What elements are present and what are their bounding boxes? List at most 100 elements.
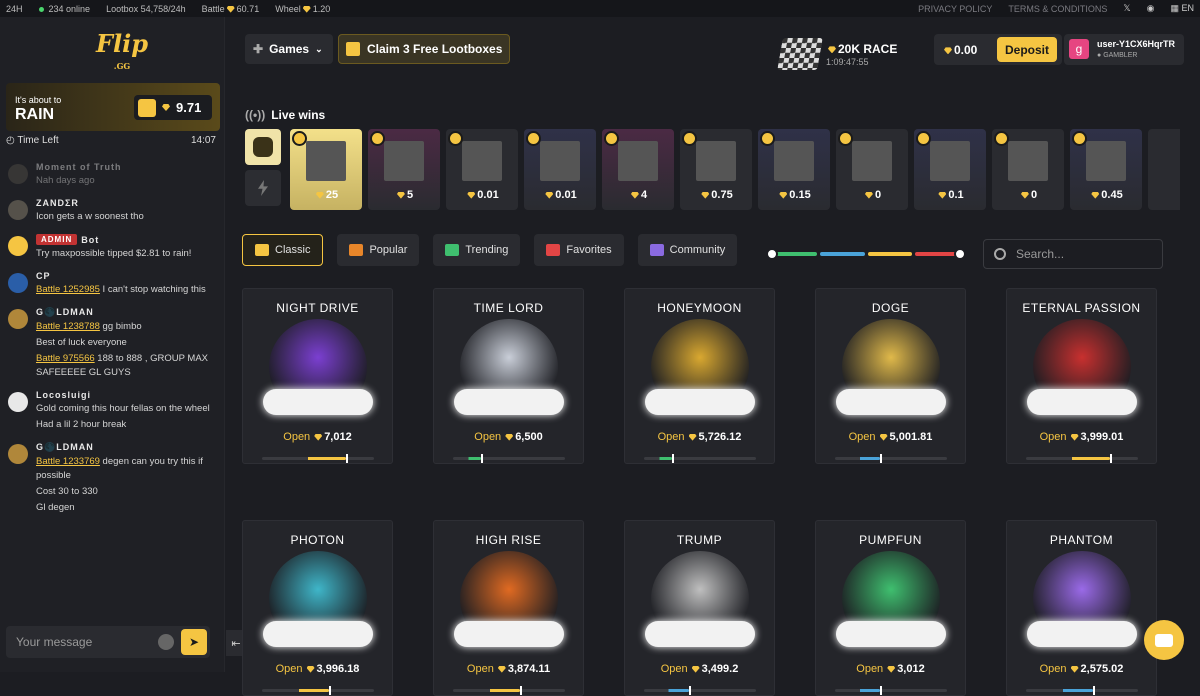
- all-wins-toggle[interactable]: [245, 129, 281, 165]
- balance-value: 0.00: [954, 43, 978, 57]
- live-win-item[interactable]: 0.75: [680, 129, 752, 210]
- deposit-button[interactable]: Deposit: [997, 37, 1057, 62]
- lootbox-card[interactable]: NIGHT DRIVE Open 7,012: [242, 288, 393, 464]
- lootbox-card[interactable]: HIGH RISE Open 3,874.11: [433, 520, 584, 696]
- live-win-item[interactable]: 4: [602, 129, 674, 210]
- rain-amount[interactable]: 9.71: [134, 95, 212, 120]
- gem-icon: [396, 191, 405, 199]
- rain-amount-value: 9.71: [176, 100, 202, 115]
- live-win-item[interactable]: [1148, 129, 1180, 210]
- stat-label: Lootbox: [106, 3, 139, 14]
- battle-link[interactable]: Battle 975566: [36, 353, 95, 364]
- stat-label: Wheel: [275, 3, 301, 14]
- avatar[interactable]: [8, 236, 28, 256]
- tab-trending[interactable]: Trending: [433, 234, 521, 266]
- live-win-item[interactable]: 0.01: [524, 129, 596, 210]
- price-value: 3,874.11: [507, 663, 551, 675]
- balance: 0.00: [942, 43, 977, 57]
- lootbox-card[interactable]: TIME LORD Open 6,500: [433, 288, 584, 464]
- discord-icon[interactable]: ◉: [1147, 3, 1155, 14]
- risk-marker: [1093, 686, 1096, 695]
- search-input[interactable]: Search...: [983, 239, 1163, 269]
- trending-icon: [445, 244, 460, 256]
- online-dot-icon: [38, 6, 44, 12]
- battle-link[interactable]: Battle 1252985: [36, 284, 100, 295]
- avatar[interactable]: [8, 309, 28, 329]
- tab-popular[interactable]: Popular: [337, 234, 420, 266]
- chat-username[interactable]: G🌑LDMAN: [36, 442, 213, 453]
- risk-bar: [835, 686, 947, 695]
- live-win-item[interactable]: 0.15: [758, 129, 830, 210]
- risk-marker: [688, 686, 691, 695]
- cloud-decoration: [836, 389, 946, 415]
- support-chat-button[interactable]: [1144, 620, 1184, 660]
- live-win-item[interactable]: 0.01: [446, 129, 518, 210]
- chat-text: Had a lil 2 hour break: [36, 419, 127, 430]
- gem-icon: [688, 433, 697, 441]
- slider-max-handle[interactable]: [954, 248, 966, 260]
- winner-avatar: [994, 131, 1009, 146]
- live-win-item[interactable]: 0: [836, 129, 908, 210]
- avatar[interactable]: [8, 444, 28, 464]
- avatar[interactable]: [8, 164, 28, 184]
- chat-username[interactable]: Moment of Truth: [36, 162, 122, 172]
- category-tabs: Classic Popular Trending Favorites Community: [242, 234, 738, 266]
- chat-messages[interactable]: Moment of Truth Nah days ago ZANDΣR Icon g…: [8, 162, 213, 525]
- price-range-slider[interactable]: [772, 252, 960, 256]
- chat-text: Icon gets a w soonest tho: [36, 211, 144, 222]
- username-text: Bot: [81, 234, 100, 245]
- battle-link[interactable]: Battle 1238788: [36, 321, 100, 332]
- wallet: 0.00 Deposit: [934, 34, 1062, 65]
- gem-icon: [779, 191, 788, 199]
- chat-username[interactable]: G🌑LDMAN: [36, 307, 213, 318]
- lootbox-card[interactable]: PUMPFUN Open 3,012: [815, 520, 966, 696]
- race-widget[interactable]: 20K RACE 1:09:47:55: [777, 38, 920, 72]
- chat-input[interactable]: Your message ➤: [6, 626, 210, 658]
- open-label: Open: [856, 663, 884, 675]
- terms-link[interactable]: TERMS & CONDITIONS: [1008, 4, 1107, 14]
- open-price: Open 3,999.01: [1007, 431, 1156, 443]
- chat-bubble-icon: [1155, 633, 1173, 647]
- lootbox-card[interactable]: PHOTON Open 3,996.18: [242, 520, 393, 696]
- open-label: Open: [466, 663, 494, 675]
- privacy-policy-link[interactable]: PRIVACY POLICY: [918, 4, 992, 14]
- live-win-item[interactable]: 0.45: [1070, 129, 1142, 210]
- live-win-item[interactable]: 5: [368, 129, 440, 210]
- site-logo[interactable]: Flip .GG: [96, 32, 148, 77]
- avatar[interactable]: [8, 273, 28, 293]
- user-menu[interactable]: g user-Y1CX6HqrTR ● GAMBLER: [1064, 34, 1184, 65]
- avatar[interactable]: [8, 392, 28, 412]
- chat-username[interactable]: ADMIN Bot: [36, 234, 191, 245]
- slider-min-handle[interactable]: [766, 248, 778, 260]
- lootbox-card[interactable]: HONEYMOON Open 5,726.12: [624, 288, 775, 464]
- risk-bar: [644, 454, 756, 463]
- claim-lootboxes-button[interactable]: Claim 3 Free Lootboxes: [338, 34, 510, 64]
- battle-link[interactable]: Battle 1233769: [36, 456, 100, 467]
- lootbox-card[interactable]: TRUMP Open 3,499.2: [624, 520, 775, 696]
- send-button[interactable]: ➤: [181, 629, 207, 655]
- lootbox-card[interactable]: ETERNAL PASSION Open 3,999.01: [1006, 288, 1157, 464]
- lootbox-icon: [346, 42, 360, 56]
- avatar[interactable]: [8, 200, 28, 220]
- tab-classic[interactable]: Classic: [242, 234, 324, 266]
- x-social-icon[interactable]: 𝕏: [1123, 3, 1130, 14]
- big-wins-toggle[interactable]: [245, 170, 281, 206]
- tab-community[interactable]: Community: [637, 234, 738, 266]
- games-dropdown[interactable]: ✚ Games ⌄: [245, 34, 333, 64]
- emoji-icon[interactable]: [158, 634, 174, 650]
- open-price: Open 3,012: [816, 663, 965, 675]
- chat-username[interactable]: Locosluigi: [36, 390, 210, 400]
- live-win-item[interactable]: 25: [290, 129, 362, 210]
- chat-text: Battle 975566 188 to 888 , GROUP MAX SAF…: [36, 352, 213, 380]
- lootbox-card[interactable]: PHANTOM Open 2,575.02: [1006, 520, 1157, 696]
- language-selector[interactable]: ▦ EN: [1170, 3, 1194, 14]
- lootbox-card[interactable]: DOGE Open 5,001.81: [815, 288, 966, 464]
- chat-username[interactable]: ZANDΣR: [36, 198, 144, 208]
- chat-message: ADMIN Bot Try maxpossible tipped $2.81 to …: [8, 234, 213, 261]
- online-count: 234 online: [38, 4, 90, 14]
- live-win-item[interactable]: 0.1: [914, 129, 986, 210]
- win-value: 25: [290, 189, 362, 201]
- live-win-item[interactable]: 0: [992, 129, 1064, 210]
- tab-favorites[interactable]: Favorites: [534, 234, 624, 266]
- chat-username[interactable]: CP: [36, 271, 206, 281]
